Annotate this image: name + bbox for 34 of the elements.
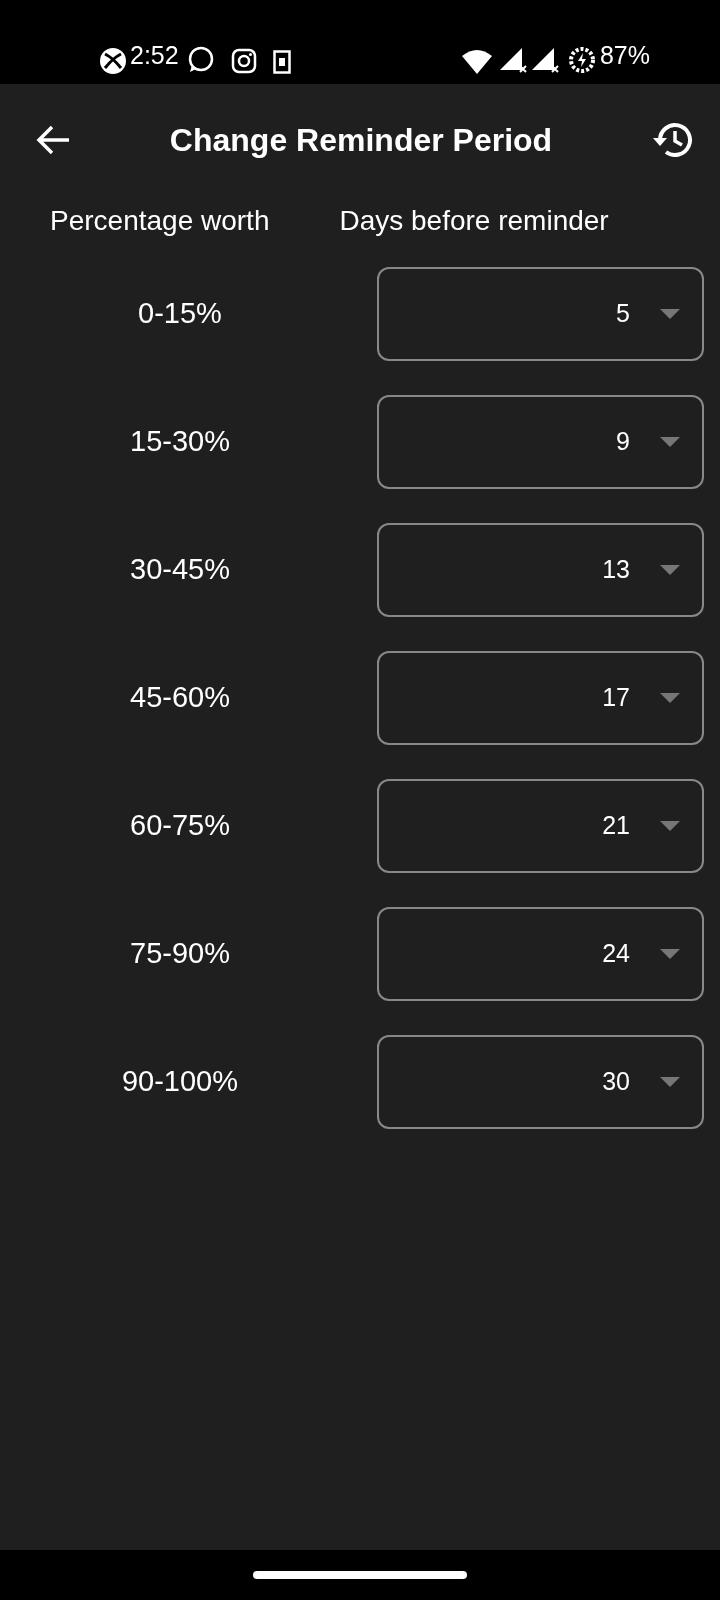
percentage-range: 0-15% <box>138 297 222 330</box>
days-dropdown[interactable]: 30 <box>377 1035 704 1129</box>
days-dropdown[interactable]: 17 <box>377 651 704 745</box>
dropdown-caret-icon <box>660 437 680 447</box>
card-icon <box>272 50 291 74</box>
battery-percentage: 87% <box>599 39 650 71</box>
chat-icon <box>186 46 215 74</box>
battery-icon <box>567 46 596 74</box>
percentage-range: 90-100% <box>121 1065 239 1098</box>
days-dropdown[interactable]: 5 <box>377 267 704 361</box>
days-dropdown[interactable]: 24 <box>377 907 704 1001</box>
dropdown-caret-icon <box>660 821 680 831</box>
signal-icon <box>499 48 528 74</box>
percentage-range: 30-45% <box>130 553 230 586</box>
dropdown-caret-icon <box>660 309 680 319</box>
screen-title: Change Reminder Period <box>169 122 553 158</box>
dropdown-caret-icon <box>660 693 680 703</box>
dropdown-caret-icon <box>660 565 680 575</box>
dropdown-caret-icon <box>660 949 680 959</box>
column-header: Days before reminder <box>339 204 609 238</box>
camera-icon <box>230 48 257 74</box>
days-dropdown[interactable]: 13 <box>377 523 704 617</box>
percentage-range: 75-90% <box>130 937 230 970</box>
percentage-range: 15-30% <box>130 425 230 458</box>
back-arrow-icon[interactable] <box>36 125 70 155</box>
history-icon[interactable] <box>652 121 694 159</box>
clock-text: 2:52 <box>130 39 179 71</box>
days-dropdown[interactable]: 21 <box>377 779 704 873</box>
dropdown-caret-icon <box>660 1077 680 1087</box>
column-header: Percentage worth <box>50 204 270 238</box>
percentage-range: 45-60% <box>130 681 230 714</box>
percentage-range: 60-75% <box>130 809 230 842</box>
days-dropdown[interactable]: 9 <box>377 395 704 489</box>
wifi-icon <box>461 50 492 74</box>
